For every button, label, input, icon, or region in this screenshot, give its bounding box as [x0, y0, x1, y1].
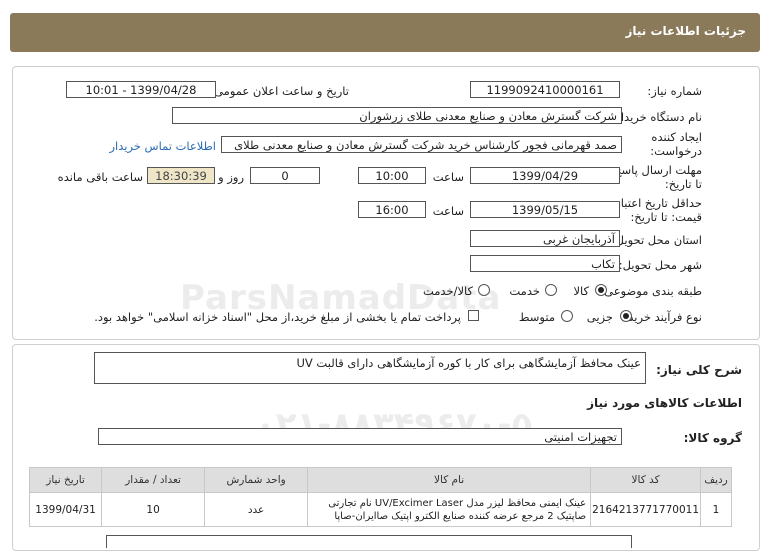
buyer-contact-link[interactable]: اطلاعات تماس خریدار: [109, 139, 216, 153]
city-label: شهر محل تحویل:: [618, 258, 702, 272]
col-header-qty: تعداد / مقدار: [101, 467, 206, 493]
page-header: جزئیات اطلاعات نیاز: [10, 13, 760, 52]
goods-group-field[interactable]: تجهیزات امنیتی: [98, 428, 622, 445]
validity-time-label: ساعت: [432, 204, 464, 218]
next-field-partial: [106, 535, 632, 548]
announce-label: تاریخ و ساعت اعلان عمومی:: [210, 84, 349, 98]
category-radio-goods[interactable]: [595, 284, 607, 296]
province-label: استان محل تحویل:: [611, 233, 702, 247]
remaining-days-field: 0: [250, 167, 320, 184]
category-option-service: خدمت: [509, 284, 540, 298]
day-and-label: روز و: [218, 170, 244, 184]
table-header-row: ردیف کد کالا نام کالا واحد شمارش تعداد /…: [28, 467, 732, 493]
province-field[interactable]: آذربایجان غربی: [470, 230, 620, 247]
creator-label-2: درخواست:: [650, 144, 702, 158]
category-radio-service[interactable]: [545, 284, 557, 296]
col-header-name: نام کالا: [307, 467, 592, 493]
deadline-date-field[interactable]: 1399/04/29: [470, 167, 620, 184]
buyer-label: نام دستگاه خریدار:: [611, 110, 702, 124]
deadline-time-label: ساعت: [432, 170, 464, 184]
process-radio-medium[interactable]: [561, 310, 573, 322]
category-option-goods-service: کالا/خدمت: [422, 284, 473, 298]
deadline-label: مهلت ارسال پاسخ:: [610, 163, 702, 177]
row-unit: عدد: [204, 492, 309, 527]
process-radio-partial[interactable]: [620, 310, 632, 322]
row-index: 1: [700, 492, 732, 527]
row-qty: 10: [101, 492, 206, 527]
announce-field[interactable]: 1399/04/28 - 10:01: [66, 81, 216, 98]
row-name: عینک ایمنی محافظ لیزر مدل UV/Excimer Las…: [307, 492, 592, 527]
buyer-field[interactable]: شرکت گسترش معادن و صنایع معدنی طلای زرشو…: [172, 107, 622, 124]
goods-info-title: اطلاعات کالاهای مورد نیاز: [587, 396, 742, 410]
category-radio-goods-service[interactable]: [478, 284, 490, 296]
need-number-field[interactable]: 1199092410000161: [470, 81, 620, 98]
validity-time-field[interactable]: 16:00: [358, 201, 426, 218]
col-header-unit: واحد شمارش: [204, 467, 309, 493]
page-title: جزئیات اطلاعات نیاز: [625, 24, 746, 38]
col-header-code: کد کالا: [590, 467, 701, 493]
goods-table: ردیف کد کالا نام کالا واحد شمارش تعداد /…: [28, 467, 732, 527]
process-option-medium: متوسط: [518, 310, 555, 324]
goods-group-label: گروه کالا:: [683, 431, 742, 445]
remaining-time-field: 18:30:39: [147, 167, 215, 184]
process-option-partial: جزیی: [586, 310, 613, 324]
remaining-time-label: ساعت باقی مانده: [57, 170, 143, 184]
row-code: 2164213771770011: [590, 492, 701, 527]
col-header-index: ردیف: [700, 467, 732, 493]
creator-field[interactable]: صمد قهرمانی فجور کارشناس خرید شرکت گسترش…: [221, 136, 622, 153]
row-name-line2: صاپتیک 2 مرجع عرضه کننده صنایع الکترو اپ…: [334, 510, 587, 522]
validity-date-field[interactable]: 1399/05/15: [470, 201, 620, 218]
deadline-label-2: تا تاریخ:: [664, 177, 702, 191]
row-name-line1: عینک ایمنی محافظ لیزر مدل UV/Excimer Las…: [328, 497, 587, 509]
col-header-date: تاریخ نیاز: [28, 467, 103, 493]
table-row[interactable]: 1 2164213771770011 عینک ایمنی محافظ لیزر…: [28, 492, 732, 527]
city-field[interactable]: تکاب: [470, 255, 620, 272]
treasury-payment-checkbox[interactable]: [468, 310, 479, 321]
deadline-time-field[interactable]: 10:00: [358, 167, 426, 184]
validity-label: حداقل تاریخ اعتبار: [615, 196, 702, 210]
creator-label: ایجاد کننده: [651, 130, 702, 144]
category-label: طبقه بندی موضوعی:: [600, 284, 702, 298]
description-field[interactable]: عینک محافظ آزمایشگاهی برای کار با کوره آ…: [94, 352, 646, 384]
process-label: نوع فرآیند خرید :: [620, 310, 702, 324]
row-date: 1399/04/31: [28, 492, 103, 527]
category-option-goods: کالا: [573, 284, 589, 298]
validity-label-2: قیمت: تا تاریخ:: [630, 210, 702, 224]
treasury-payment-note: پرداخت تمام یا بخشی از مبلغ خرید،از محل …: [94, 310, 461, 324]
need-number-label: شماره نیاز:: [647, 84, 702, 98]
description-label: شرح کلی نیاز:: [656, 363, 742, 377]
